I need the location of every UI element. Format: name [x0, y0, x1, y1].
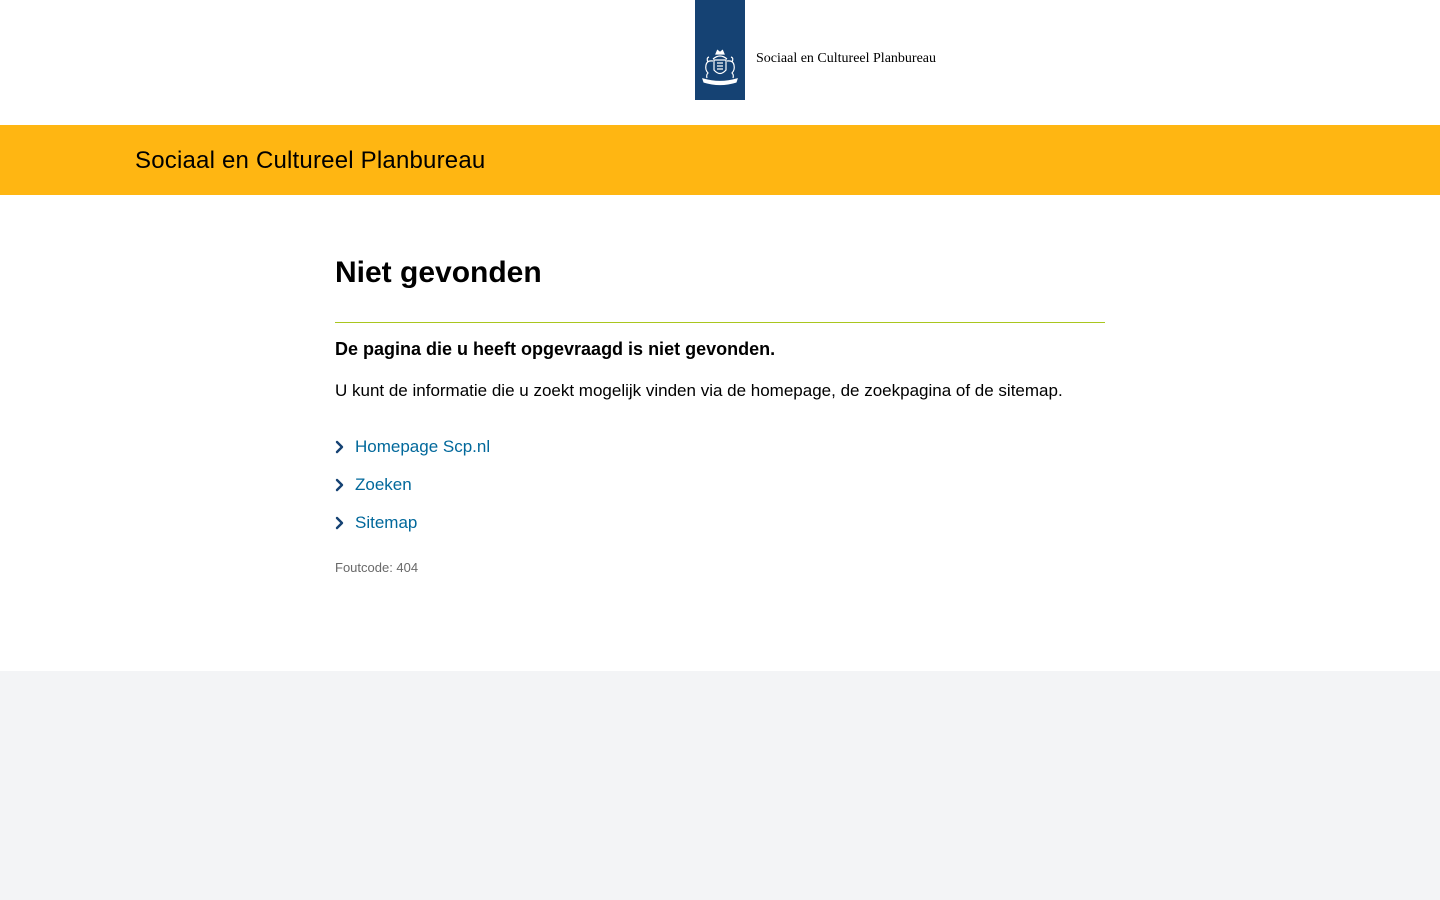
homepage-link[interactable]: Homepage Scp.nl: [355, 435, 490, 459]
search-link[interactable]: Zoeken: [355, 473, 412, 497]
banner-title: Sociaal en Cultureel Planbureau: [135, 147, 486, 174]
link-list: Homepage Scp.nl Zoeken Sitemap: [335, 428, 1105, 542]
logo-ribbon: [695, 0, 745, 100]
lead-text: De pagina die u heeft opgevraagd is niet…: [335, 339, 776, 359]
sitemap-link[interactable]: Sitemap: [355, 511, 417, 535]
chevron-right-icon: [335, 516, 355, 530]
chevron-right-icon: [335, 478, 355, 492]
logo-link[interactable]: Sociaal en Cultureel Planbureau: [695, 0, 936, 100]
page-footer: [0, 671, 1440, 900]
main-content: Niet gevonden De pagina die u heeft opge…: [335, 195, 1105, 577]
page-header: Sociaal en Cultureel Planbureau: [0, 0, 1440, 125]
error-code: Foutcode: 404: [335, 560, 419, 575]
coat-of-arms-icon: [702, 49, 738, 86]
list-item: Homepage Scp.nl: [335, 428, 1105, 466]
page-title: Niet gevonden: [335, 256, 542, 289]
list-item: Zoeken: [335, 466, 1105, 504]
logo-wordmark: Sociaal en Cultureel Planbureau: [756, 51, 936, 66]
site-banner: Sociaal en Cultureel Planbureau: [0, 125, 1440, 195]
list-item: Sitemap: [335, 504, 1105, 542]
title-divider: [335, 322, 1105, 323]
chevron-right-icon: [335, 440, 355, 454]
intro-text: U kunt de informatie die u zoekt mogelij…: [335, 381, 1063, 400]
